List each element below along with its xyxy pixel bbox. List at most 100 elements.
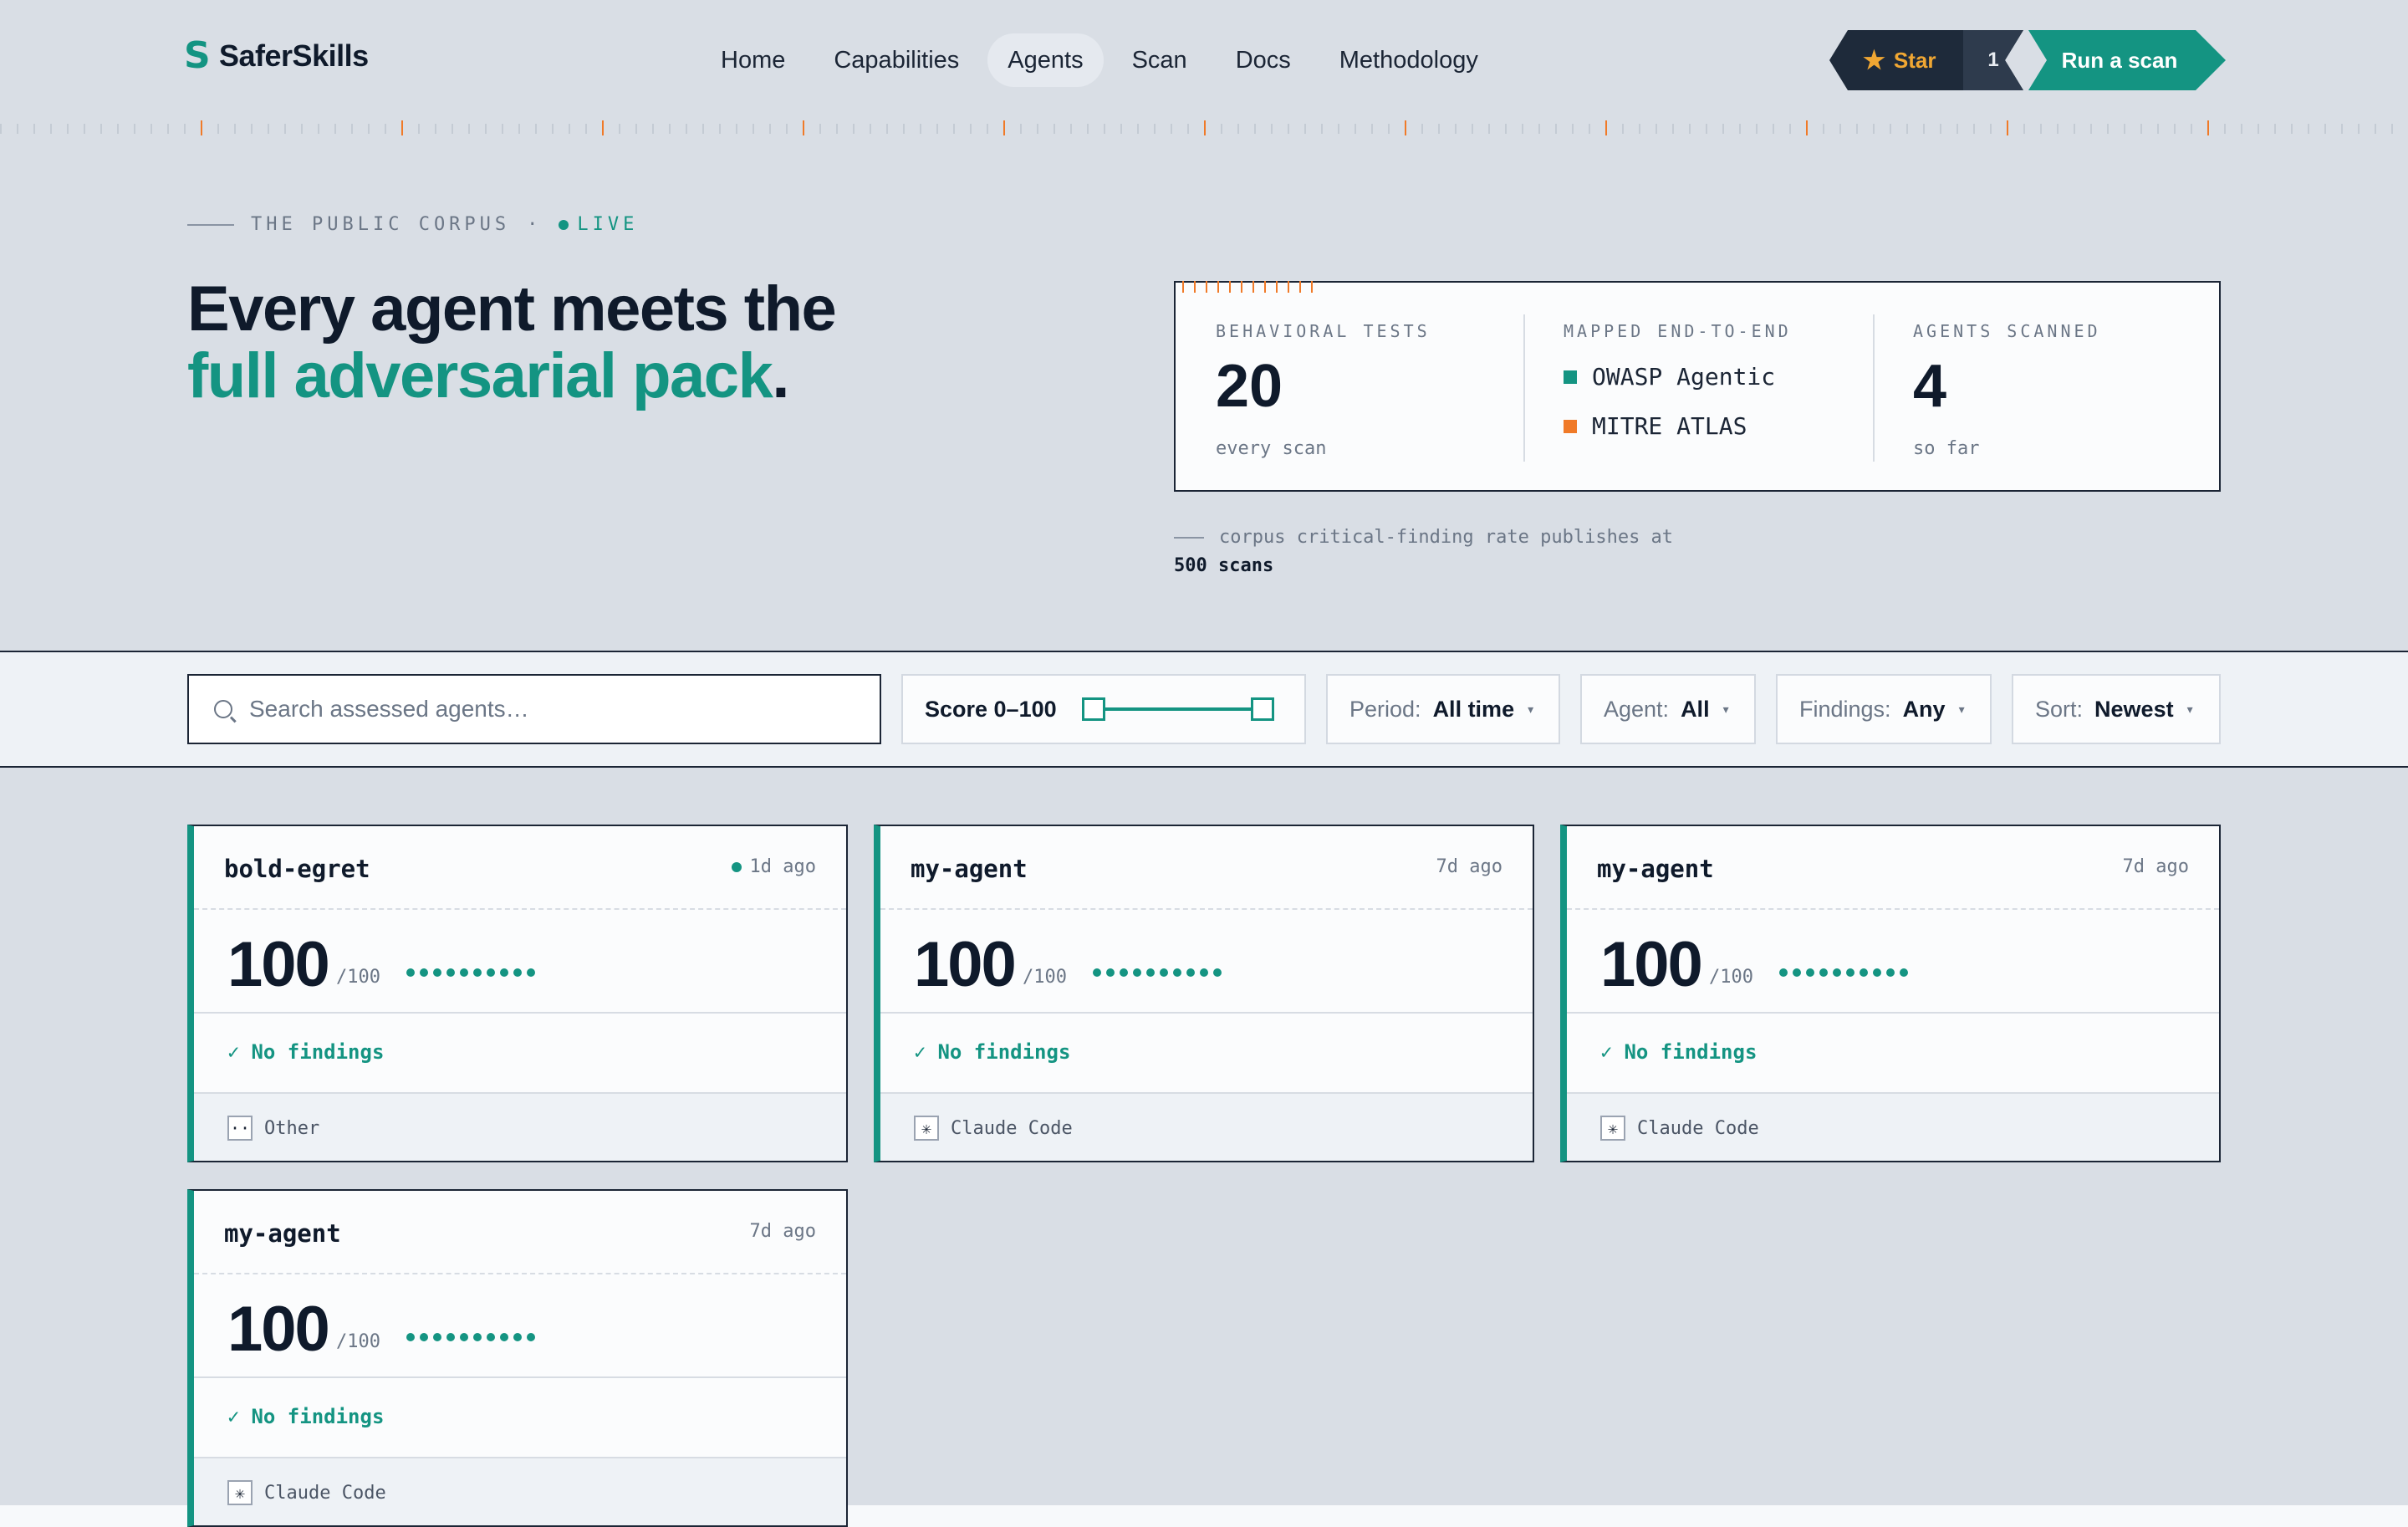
card-findings: ✓ No findings — [194, 1014, 846, 1094]
stat-behavioral-tests: BEHAVIORAL TESTS 20 every scan — [1216, 321, 1431, 468]
card-score: 100 /100 — [194, 1274, 846, 1378]
stats-ticks — [1176, 281, 1318, 293]
agent-dropdown[interactable]: Agent: All ▾ — [1580, 674, 1756, 744]
score-value: 100 — [227, 929, 330, 1000]
score-dot — [420, 968, 428, 977]
agent-card[interactable]: my-agent 7d ago 100 /100 ✓ No findings ✳… — [187, 1189, 848, 1527]
agent-card[interactable]: my-agent 7d ago 100 /100 ✓ No findings ✳… — [874, 825, 1534, 1162]
score-dot — [460, 968, 468, 977]
card-findings: ✓ No findings — [194, 1378, 846, 1458]
period-value: All time — [1432, 696, 1515, 722]
claude-code-icon: ✳ — [1600, 1116, 1625, 1141]
corpus-note-text: corpus critical-finding rate publishes a… — [1219, 527, 1674, 548]
score-value: 100 — [227, 1294, 330, 1365]
score-dot — [460, 1333, 468, 1341]
agent-card[interactable]: bold-egret 1d ago 100 /100 ✓ No findings… — [187, 825, 848, 1162]
search-box[interactable] — [187, 674, 881, 744]
score-max: /100 — [336, 1331, 380, 1352]
score-range-slider[interactable] — [1081, 697, 1274, 721]
nav-capabilities[interactable]: Capabilities — [814, 33, 979, 87]
agent-type: ✳ Claude Code — [1600, 1116, 1759, 1141]
slider-min-handle[interactable] — [1081, 697, 1105, 721]
run-scan-button[interactable]: Run a scan — [2028, 30, 2226, 90]
card-time: 1d ago — [731, 856, 816, 877]
card-header: my-agent 7d ago — [1567, 826, 2219, 910]
caret-down-icon: ▾ — [1722, 702, 1729, 716]
score-dot — [1860, 968, 1868, 977]
agent-name[interactable]: my-agent — [224, 1219, 341, 1248]
orange-square-icon — [1564, 419, 1577, 433]
stat-label: MAPPED END-TO-END — [1564, 321, 1792, 341]
live-dot-icon — [559, 219, 569, 230]
nav-agents[interactable]: Agents — [987, 33, 1104, 87]
teal-square-icon — [1564, 370, 1577, 384]
findings-text: No findings — [251, 1405, 385, 1428]
sort-dropdown[interactable]: Sort: Newest ▾ — [2012, 674, 2221, 744]
claude-code-icon: ✳ — [914, 1116, 939, 1141]
stat-label: AGENTS SCANNED — [1913, 321, 2101, 341]
sort-value: Newest — [2094, 696, 2174, 722]
findings-status: ✓ No findings — [1600, 1040, 1757, 1064]
score-dot — [500, 1333, 508, 1341]
eyebrow-separator: · — [527, 214, 543, 235]
agent-name[interactable]: my-agent — [1597, 855, 1714, 883]
score-dot — [446, 968, 455, 977]
filter-bar: Score 0–100 Period: All time ▾ Agent: Al… — [0, 651, 2408, 768]
nav-docs[interactable]: Docs — [1216, 33, 1311, 87]
card-footer: ✳ Claude Code — [194, 1458, 846, 1525]
card-score: 100 /100 — [194, 910, 846, 1014]
card-findings: ✓ No findings — [880, 1014, 1533, 1094]
stat-sub: so far — [1913, 438, 1980, 459]
score-dot — [487, 1333, 495, 1341]
agent-name[interactable]: my-agent — [911, 855, 1028, 883]
findings-text: No findings — [1624, 1040, 1758, 1064]
score-dot — [1133, 968, 1141, 977]
findings-status: ✓ No findings — [914, 1040, 1070, 1064]
period-dropdown[interactable]: Period: All time ▾ — [1326, 674, 1560, 744]
agent-type-label: Claude Code — [951, 1117, 1073, 1139]
score-dot — [527, 1333, 535, 1341]
other-agent-icon: ·· — [227, 1116, 253, 1141]
score-dot — [446, 1333, 455, 1341]
score-dot — [1213, 968, 1222, 977]
score-dot — [1160, 968, 1168, 977]
findings-status: ✓ No findings — [227, 1040, 384, 1064]
score-label: Score 0–100 — [925, 696, 1057, 722]
slider-max-handle[interactable] — [1250, 697, 1274, 721]
score-dots — [1093, 968, 1222, 977]
nav-scan[interactable]: Scan — [1112, 33, 1207, 87]
findings-dropdown[interactable]: Findings: Any ▾ — [1776, 674, 1992, 744]
check-icon: ✓ — [227, 1405, 240, 1428]
nav-methodology[interactable]: Methodology — [1319, 33, 1498, 87]
score-dot — [433, 1333, 441, 1341]
stat-divider — [1523, 314, 1525, 462]
agent-name[interactable]: bold-egret — [224, 855, 370, 883]
agent-type-label: Other — [264, 1117, 320, 1139]
eyebrow-text: THE PUBLIC CORPUS — [251, 214, 511, 235]
score-dot — [406, 968, 415, 977]
mapped-item-label: OWASP Agentic — [1592, 363, 1776, 391]
score-value: 100 — [1600, 929, 1703, 1000]
score-dot — [420, 1333, 428, 1341]
brand-name: SaferSkills — [219, 38, 369, 73]
github-star-button[interactable]: ★ Star 1 — [1829, 30, 2023, 90]
star-count: 1 — [1963, 30, 2023, 90]
score-dot — [1833, 968, 1841, 977]
findings-value: Any — [1902, 696, 1946, 722]
agent-card[interactable]: my-agent 7d ago 100 /100 ✓ No findings ✳… — [1560, 825, 2221, 1162]
score-dot — [1886, 968, 1895, 977]
search-input[interactable] — [249, 696, 868, 723]
card-score: 100 /100 — [1567, 910, 2219, 1014]
live-dot-icon — [731, 861, 742, 872]
score-filter: Score 0–100 — [901, 674, 1306, 744]
sort-label: Sort: — [2035, 696, 2084, 722]
time-label: 7d ago — [749, 1221, 816, 1242]
score-dot — [1900, 968, 1908, 977]
agent-type: ✳ Claude Code — [227, 1480, 386, 1505]
stat-divider — [1873, 314, 1875, 462]
eyebrow: THE PUBLIC CORPUS · LIVE — [187, 214, 638, 235]
logo[interactable]: S SaferSkills — [184, 38, 369, 74]
caret-down-icon: ▾ — [2186, 702, 2193, 716]
nav-home[interactable]: Home — [701, 33, 805, 87]
score-dot — [1793, 968, 1801, 977]
